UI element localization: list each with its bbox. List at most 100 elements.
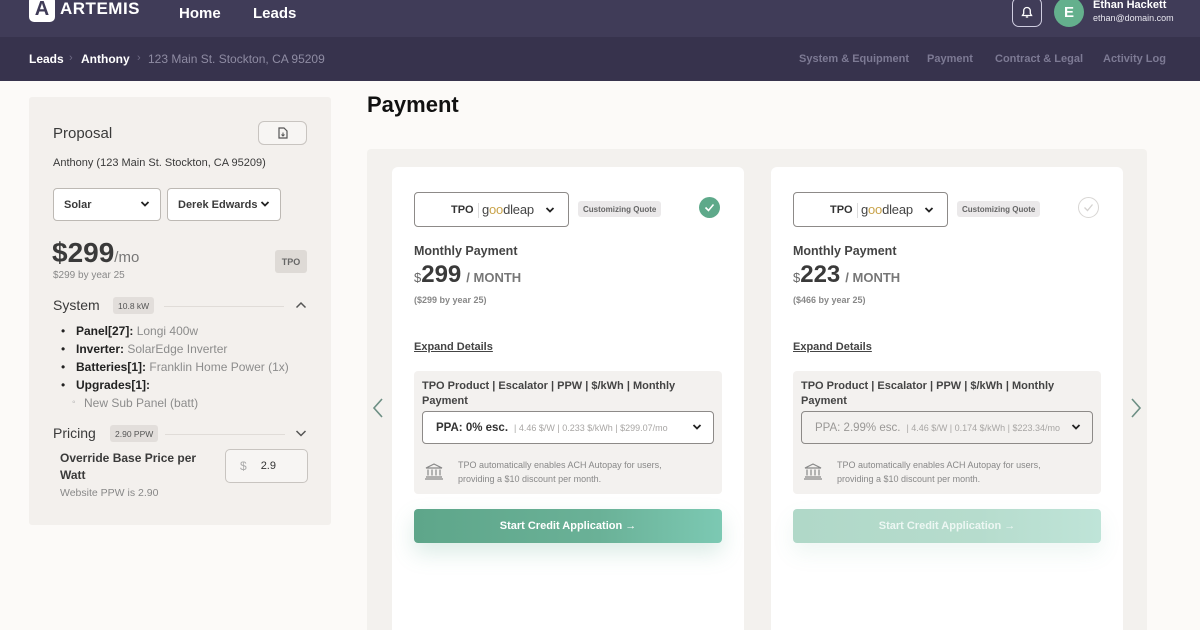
avatar[interactable]: E bbox=[1054, 0, 1084, 27]
tab-payment[interactable]: Payment bbox=[927, 53, 973, 65]
system-section-title: System bbox=[53, 297, 100, 313]
bell-icon bbox=[1021, 6, 1033, 18]
system-size-badge: 10.8 kW bbox=[113, 297, 155, 314]
customizing-quote-tag: Customizing Quote bbox=[578, 201, 662, 217]
bank-icon bbox=[804, 463, 822, 480]
product-select[interactable]: Solar bbox=[53, 188, 161, 221]
tab-activity-log[interactable]: Activity Log bbox=[1103, 53, 1166, 65]
ppw-badge: 2.90 PPW bbox=[110, 425, 159, 442]
list-item: Inverter: SolarEdge Inverter bbox=[59, 340, 289, 358]
proposal-address: Anthony (123 Main St. Stockton, CA 95209… bbox=[53, 157, 266, 169]
rep-select-value: Derek Edwards bbox=[178, 198, 258, 211]
lender-type: TPO bbox=[830, 204, 853, 216]
payment-option-card[interactable]: TPO goodleap Customizing Quote Monthly P… bbox=[392, 167, 744, 630]
lender-logo: goodleap bbox=[482, 202, 534, 217]
nav-home[interactable]: Home bbox=[179, 5, 221, 22]
start-credit-application-button[interactable]: Start Credit Application → bbox=[414, 509, 722, 543]
price-value: $299 bbox=[52, 237, 115, 268]
ach-autopay-note: TPO automatically enables ACH Autopay fo… bbox=[837, 460, 1041, 484]
breadcrumb-current: 123 Main St. Stockton, CA 95209 bbox=[148, 52, 325, 66]
payment-option-card[interactable]: TPO goodleap Customizing Quote Monthly P… bbox=[771, 167, 1123, 630]
lender-logo: goodleap bbox=[861, 202, 913, 217]
logo[interactable]: A ARTEMIS bbox=[29, 0, 140, 22]
document-icon bbox=[277, 127, 288, 139]
page-title: Payment bbox=[367, 92, 459, 117]
divider bbox=[857, 203, 858, 218]
carousel-next-button[interactable] bbox=[1130, 397, 1142, 419]
override-ppw-value: 2.9 bbox=[260, 460, 276, 472]
tpo-product-select[interactable]: PPA: 0% esc. | 4.46 $/W | 0.233 $/kWh | … bbox=[422, 411, 714, 444]
tpo-details-box: TPO Product | Escalator | PPW | $/kWh | … bbox=[793, 371, 1101, 494]
list-item: Batteries[1]: Franklin Home Power (1x) bbox=[59, 358, 289, 376]
tpo-details-header: TPO Product | Escalator | PPW | $/kWh | … bbox=[801, 380, 1055, 407]
chevron-up-icon[interactable] bbox=[295, 301, 307, 309]
finance-type-badge: TPO bbox=[275, 250, 307, 273]
top-nav: A ARTEMIS Home Leads E Ethan Hackett eth… bbox=[0, 0, 1200, 37]
year-25-payment: ($466 by year 25) bbox=[793, 295, 866, 305]
divider bbox=[164, 306, 284, 307]
logo-text: ARTEMIS bbox=[60, 0, 140, 18]
lender-select[interactable]: TPO goodleap bbox=[414, 192, 569, 227]
list-item: Upgrades[1]: bbox=[59, 376, 289, 394]
tpo-product-meta: | 4.46 $/W | 0.233 $/kWh | $299.07/mo bbox=[514, 422, 668, 433]
tpo-details-box: TPO Product | Escalator | PPW | $/kWh | … bbox=[414, 371, 722, 494]
chevron-down-icon[interactable] bbox=[295, 429, 307, 437]
tpo-product-value: PPA: 2.99% esc. bbox=[815, 421, 901, 434]
lender-select[interactable]: TPO goodleap bbox=[793, 192, 948, 227]
tpo-details-header: TPO Product | Escalator | PPW | $/kWh | … bbox=[422, 380, 676, 407]
currency-symbol: $ bbox=[240, 459, 247, 473]
check-icon bbox=[704, 203, 715, 212]
chevron-down-icon bbox=[545, 207, 555, 213]
notifications-button[interactable] bbox=[1012, 0, 1042, 27]
chevron-down-icon bbox=[692, 424, 702, 430]
select-option-check[interactable] bbox=[1078, 197, 1099, 218]
list-sub-item: New Sub Panel (batt) bbox=[59, 394, 289, 412]
chevron-down-icon bbox=[260, 201, 270, 207]
user-name: Ethan Hackett bbox=[1093, 0, 1167, 11]
list-item: Panel[27]: Longi 400w bbox=[59, 322, 289, 340]
proposal-price: $299/mo bbox=[52, 237, 139, 269]
tab-contract-legal[interactable]: Contract & Legal bbox=[995, 53, 1083, 65]
monthly-payment-amount: $223/ MONTH bbox=[793, 261, 901, 288]
tpo-product-meta: | 4.46 $/W | 0.174 $/kWh | $223.34/mo bbox=[906, 422, 1061, 433]
pricing-section-title: Pricing bbox=[53, 425, 96, 441]
override-ppw-label: Override Base Price per Watt bbox=[60, 451, 197, 482]
customizing-quote-tag: Customizing Quote bbox=[957, 201, 1041, 217]
expand-details-link[interactable]: Expand Details bbox=[414, 341, 493, 353]
select-option-check[interactable] bbox=[699, 197, 720, 218]
breadcrumb-anthony[interactable]: Anthony bbox=[81, 52, 130, 66]
chevron-down-icon bbox=[1071, 424, 1081, 430]
user-email: ethan@domain.com bbox=[1093, 13, 1174, 23]
monthly-payment-amount: $299/ MONTH bbox=[414, 261, 522, 288]
tpo-product-select[interactable]: PPA: 2.99% esc. | 4.46 $/W | 0.174 $/kWh… bbox=[801, 411, 1093, 444]
chevron-down-icon bbox=[924, 207, 934, 213]
divider bbox=[478, 203, 479, 218]
bank-icon bbox=[425, 463, 443, 480]
check-icon bbox=[1084, 204, 1093, 212]
expand-details-link[interactable]: Expand Details bbox=[793, 341, 872, 353]
year-25-payment: ($299 by year 25) bbox=[414, 295, 487, 305]
tpo-product-value: PPA: 0% esc. bbox=[436, 421, 509, 434]
divider bbox=[165, 434, 285, 435]
proposal-title: Proposal bbox=[53, 125, 113, 142]
chevron-down-icon bbox=[140, 201, 150, 207]
download-proposal-button[interactable] bbox=[258, 121, 307, 145]
breadcrumb-leads[interactable]: Leads bbox=[29, 52, 64, 66]
price-subtext: $299 by year 25 bbox=[53, 270, 125, 281]
nav-leads[interactable]: Leads bbox=[253, 5, 296, 22]
system-equipment-list: Panel[27]: Longi 400w Inverter: SolarEdg… bbox=[59, 322, 289, 412]
sub-nav: Leads › Anthony › 123 Main St. Stockton,… bbox=[0, 37, 1200, 81]
monthly-payment-label: Monthly Payment bbox=[793, 244, 897, 258]
price-unit: /mo bbox=[114, 249, 140, 266]
monthly-payment-label: Monthly Payment bbox=[414, 244, 518, 258]
website-ppw-note: Website PPW is 2.90 bbox=[60, 487, 159, 499]
proposal-panel: Proposal Anthony (123 Main St. Stockton,… bbox=[29, 97, 331, 525]
breadcrumb-separator: › bbox=[137, 52, 141, 64]
tab-system-equipment[interactable]: System & Equipment bbox=[799, 53, 909, 65]
override-ppw-input[interactable]: $ 2.9 bbox=[225, 449, 308, 483]
lender-type: TPO bbox=[451, 204, 474, 216]
ach-autopay-note: TPO automatically enables ACH Autopay fo… bbox=[458, 460, 662, 484]
start-credit-application-button[interactable]: Start Credit Application → bbox=[793, 509, 1101, 543]
rep-select[interactable]: Derek Edwards bbox=[167, 188, 281, 221]
carousel-prev-button[interactable] bbox=[372, 397, 384, 419]
